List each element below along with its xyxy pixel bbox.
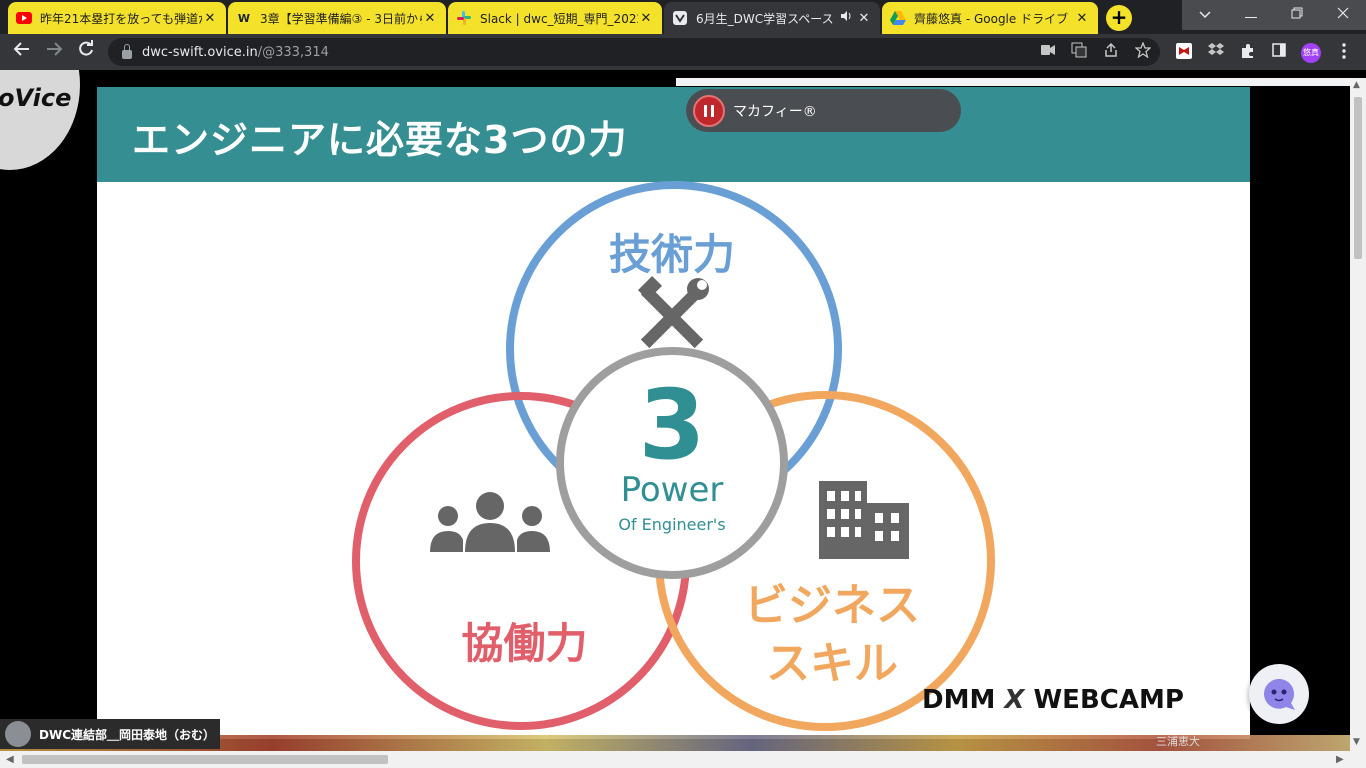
close-icon[interactable]: ✕ [202,11,218,26]
close-icon[interactable]: ✕ [422,11,438,26]
close-icon[interactable]: ✕ [1074,11,1090,26]
ovice-icon [672,10,688,26]
vertical-scrollbar[interactable]: ▲ ▼ [1350,78,1366,751]
business-label: ビジネス スキル [697,577,967,693]
page-viewport: oVice エンジニアに必要な3つの力 技術力 協働力 ビジネス スキル 3 P… [0,70,1366,768]
tab-title: 昨年21本塁打を放っても弾道が [40,11,202,26]
youtube-icon [16,10,32,26]
horizontal-scrollbar[interactable]: ◀ ▶ [0,751,1366,768]
center-subtitle: Of Engineer's [618,515,726,534]
side-panel-icon[interactable] [1270,43,1288,61]
collab-label: 協働力 [461,619,588,668]
brand-dmm: DMM [922,685,996,715]
business-label-line1: ビジネス [744,580,920,631]
scroll-right-icon[interactable]: ▶ [1336,754,1344,765]
tab-wiki[interactable]: W 3章【学習準備編③ - 3日前から ✕ [228,2,446,34]
slack-icon [456,10,472,26]
center-power: Power [620,470,724,510]
menu-kebab-icon[interactable] [1335,43,1353,61]
tab-google-drive[interactable]: 齊藤悠真 - Google ドライブ ✕ [882,2,1098,34]
tab-strip: 昨年21本塁打を放っても弾道が ✕ W 3章【学習準備編③ - 3日前から ✕ … [0,0,1366,34]
brand-x: X [1004,685,1025,715]
profile-avatar[interactable]: 悠真 [1301,43,1321,63]
wiki-w-icon: W [237,11,251,25]
avatar [5,721,31,747]
forward-button[interactable] [42,40,66,64]
scroll-left-icon[interactable]: ◀ [6,754,14,765]
people-group-icon [430,492,550,552]
dropbox-icon[interactable] [1207,43,1225,61]
arrow-left-icon [13,42,29,56]
user-name: DWC連結部＿岡田泰地（おむ） [39,727,216,742]
minimize-icon [1245,17,1257,18]
tab-youtube[interactable]: 昨年21本塁打を放っても弾道が ✕ [8,2,226,34]
new-tab-button[interactable]: + [1106,5,1132,31]
tools-icon [637,275,709,349]
scroll-thumb[interactable] [1354,97,1362,259]
close-icon [1337,7,1349,19]
url-host: dwc-swift.ovice.in [142,44,258,60]
shared-slide: エンジニアに必要な3つの力 技術力 協働力 ビジネス スキル 3 Power O… [97,87,1250,739]
address-bar[interactable]: dwc-swift.ovice.in/@333,314 [108,38,1160,66]
pause-icon [704,104,707,117]
mcafee-overlay[interactable]: マカフィー® [686,89,961,132]
brand-webcamp: WEBCAMP [1033,685,1184,715]
translate-icon[interactable] [1070,42,1088,60]
tab-title: 齊藤悠真 - Google ドライブ [914,11,1069,26]
scroll-up-icon[interactable]: ▲ [1353,80,1360,90]
speaker-icon[interactable] [836,10,856,26]
url-path: /@333,314 [257,44,329,60]
reload-icon [79,40,93,56]
building-icon [819,481,909,559]
tab-title: 3章【学習準備編③ - 3日前から [260,11,422,26]
scroll-down-icon[interactable]: ▼ [1353,737,1360,747]
tab-title: 6月生_DWC学習スペース [696,11,834,26]
tab-ovice[interactable]: 6月生_DWC学習スペース ✕ [664,2,880,34]
mcafee-extension-icon[interactable] [1175,43,1193,61]
lock-icon [122,43,132,59]
reload-button[interactable] [74,40,98,64]
chat-bot-button[interactable] [1249,664,1309,724]
pause-button[interactable] [693,94,725,127]
restore-button[interactable] [1274,0,1320,30]
back-button[interactable] [10,40,34,64]
center-number: 3 [638,369,706,481]
window-close-button[interactable] [1320,0,1366,30]
scroll-thumb[interactable] [22,755,388,764]
tech-label: 技術力 [608,230,735,279]
close-icon[interactable]: ✕ [856,11,872,26]
ovice-logo[interactable]: oVice [0,84,71,112]
arrow-right-icon [47,42,63,56]
chevron-down-icon [1199,11,1211,19]
tab-title: Slack | dwc_短期_専門_20220 [480,11,638,26]
extensions-puzzle-icon[interactable] [1239,43,1257,61]
minimize-button[interactable] [1228,0,1274,30]
restore-icon [1291,7,1303,19]
google-drive-icon [890,10,906,26]
camera-icon[interactable] [1039,42,1057,60]
dmm-webcamp-logo: DMM X WEBCAMP [922,685,1184,715]
tab-slack[interactable]: Slack | dwc_短期_専門_20220 ✕ [448,2,662,34]
tab-search-button[interactable] [1182,0,1228,30]
top-strip [676,78,1350,86]
share-icon[interactable] [1102,42,1120,60]
close-icon[interactable]: ✕ [638,11,654,26]
overlay-label: マカフィー® [733,103,817,120]
browser-toolbar: dwc-swift.ovice.in/@333,314 悠真 [0,34,1366,70]
bookmark-star-icon[interactable] [1134,41,1152,60]
user-status-bar[interactable]: DWC連結部＿岡田泰地（おむ） [0,719,220,749]
chat-ghost-icon [1264,679,1295,710]
floor-user-label: 三浦恵大 [1156,735,1200,748]
